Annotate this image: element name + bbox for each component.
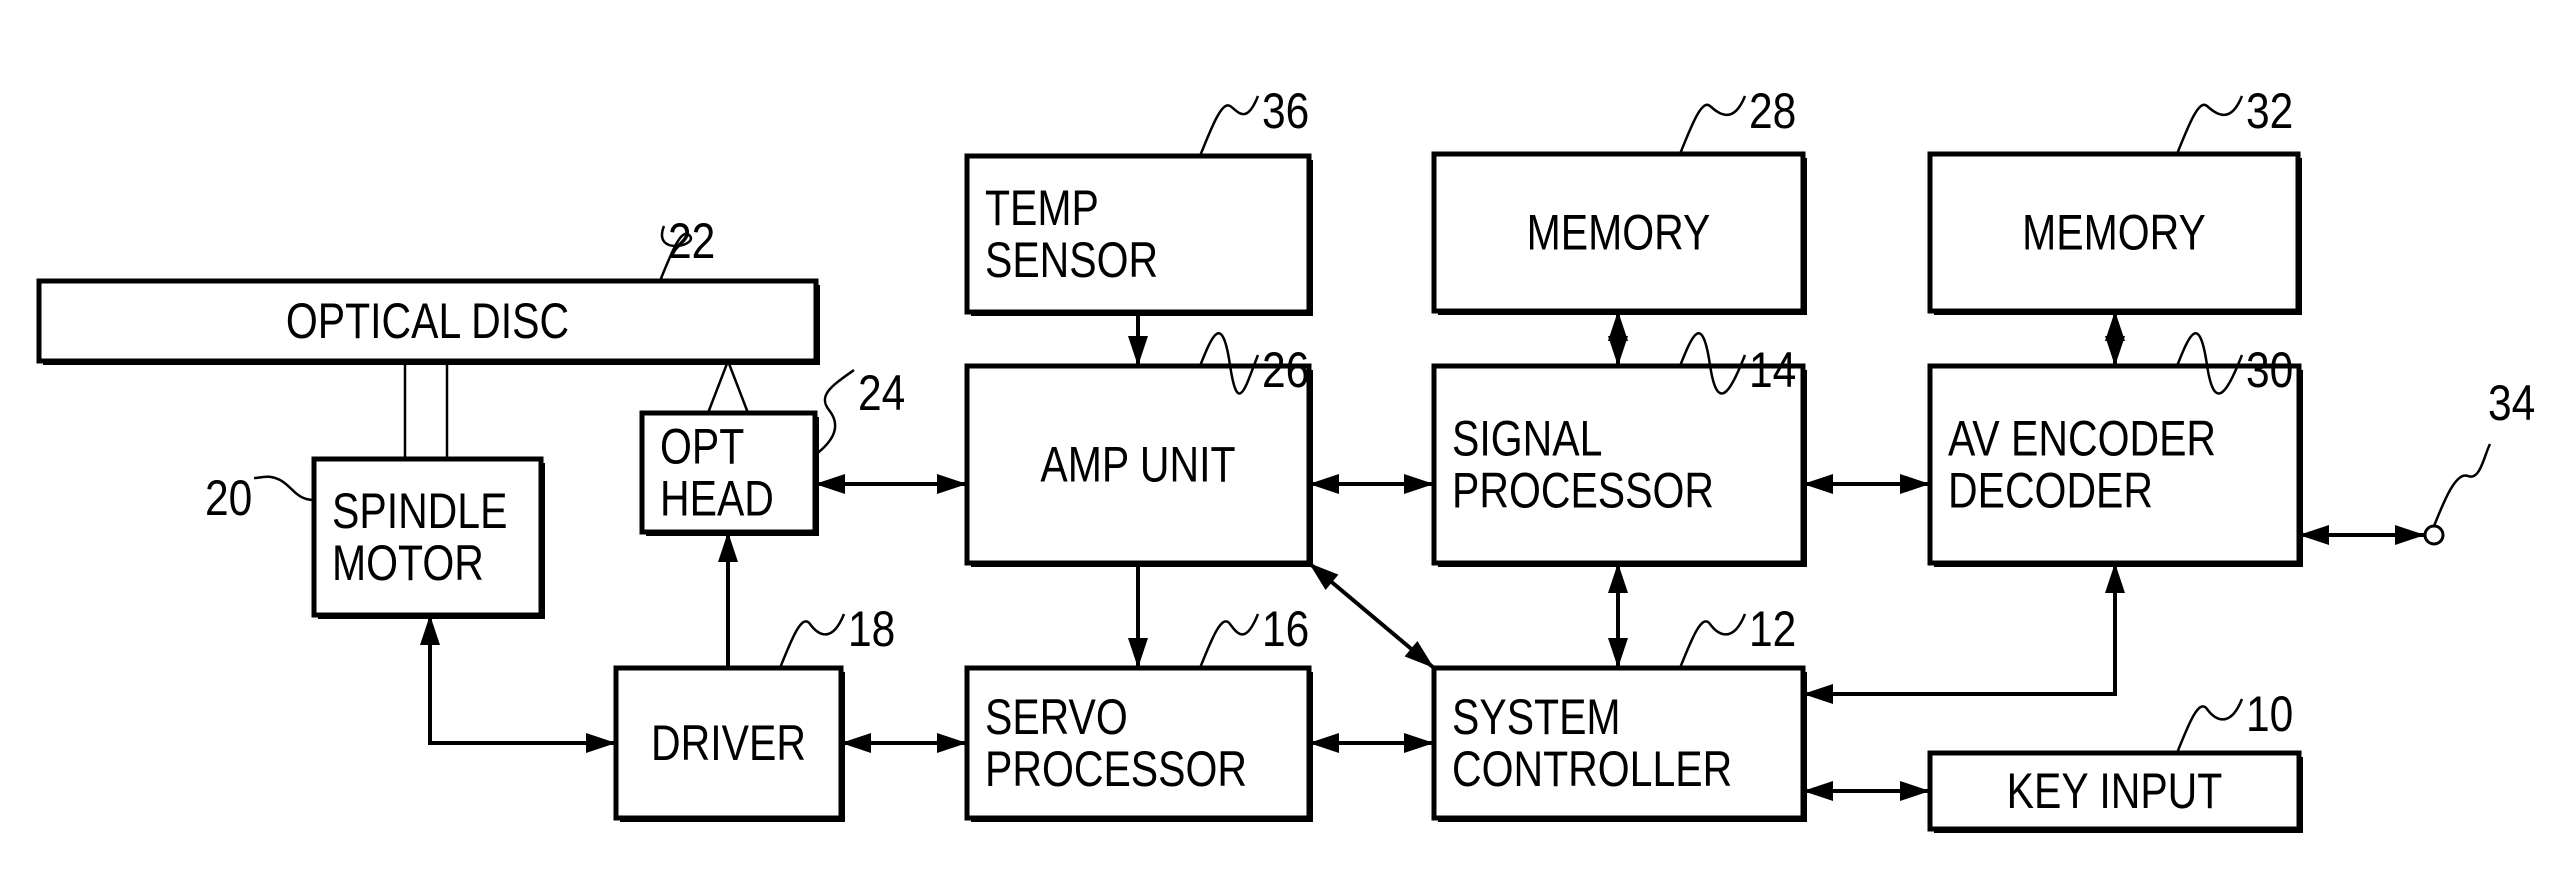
ref-numeral: 18 bbox=[848, 601, 895, 657]
arrowhead bbox=[718, 532, 738, 562]
arrowhead bbox=[1608, 563, 1628, 593]
arrowhead bbox=[1128, 336, 1148, 366]
block-label: KEY INPUT bbox=[2007, 763, 2223, 819]
arrowhead bbox=[586, 733, 616, 753]
block-spindle-motor: SPINDLEMOTOR bbox=[311, 456, 545, 619]
block-label: SIGNAL bbox=[1452, 411, 1602, 467]
arrowhead bbox=[841, 733, 871, 753]
ref-numeral: 28 bbox=[1749, 83, 1796, 139]
block-amp-unit: AMP UNIT bbox=[964, 363, 1313, 567]
block-label: MOTOR bbox=[332, 535, 484, 591]
block-label: MEMORY bbox=[2022, 205, 2206, 261]
ref-leader bbox=[778, 613, 846, 669]
block-label: OPTICAL DISC bbox=[286, 293, 569, 349]
ref-leader bbox=[2432, 443, 2492, 527]
ref-numeral: 36 bbox=[1262, 83, 1309, 139]
block-key-input: KEY INPUT bbox=[1927, 750, 2303, 833]
ref-numeral: 24 bbox=[858, 365, 905, 421]
block-system-controller: SYSTEMCONTROLLER bbox=[1431, 665, 1807, 822]
ref-numeral: 22 bbox=[668, 213, 715, 269]
connector-system-av bbox=[1803, 563, 2117, 696]
ref-numeral: 16 bbox=[1262, 601, 1309, 657]
arrowhead bbox=[1900, 781, 1930, 801]
arrowhead bbox=[1128, 638, 1148, 668]
ref-leader bbox=[1678, 613, 1747, 669]
block-label: MEMORY bbox=[1527, 205, 1711, 261]
block-memory-32: MEMORY bbox=[1927, 151, 2302, 315]
ref-numeral: 34 bbox=[2488, 375, 2535, 431]
block-diagram: OPTICAL DISC SPINDLEMOTOR OPTHEAD TEMPSENSO… bbox=[36, 83, 2535, 833]
block-label: PROCESSOR bbox=[985, 741, 1247, 797]
ref-numeral: 30 bbox=[2246, 342, 2293, 398]
block-label: SERVO bbox=[985, 689, 1128, 745]
block-label: CONTROLLER bbox=[1452, 741, 1732, 797]
ref-numeral: 32 bbox=[2246, 83, 2293, 139]
block-label: DECODER bbox=[1948, 463, 2153, 519]
block-label: SPINDLE bbox=[332, 483, 507, 539]
blocks: OPTICAL DISC SPINDLEMOTOR OPTHEAD TEMPSENSO… bbox=[36, 151, 2303, 833]
arrowhead bbox=[1803, 474, 1833, 494]
block-label: DRIVER bbox=[651, 715, 806, 771]
laser-beam bbox=[706, 357, 750, 414]
arrowhead bbox=[2105, 311, 2125, 341]
block-label: PROCESSOR bbox=[1452, 463, 1714, 519]
arrowhead bbox=[1803, 684, 1833, 704]
ref-leader bbox=[814, 368, 855, 456]
ref-numeral: 12 bbox=[1749, 601, 1796, 657]
block-label: TEMP bbox=[985, 180, 1099, 236]
arrowhead bbox=[2105, 563, 2125, 593]
arrowhead bbox=[1309, 733, 1339, 753]
block-label: AV ENCODER bbox=[1948, 411, 2216, 467]
arrowhead bbox=[1404, 733, 1434, 753]
block-optical-disc: OPTICAL DISC bbox=[36, 278, 820, 365]
block-temp-sensor: TEMPSENSOR bbox=[964, 153, 1313, 316]
arrowhead bbox=[2395, 525, 2425, 545]
ref-numeral: 26 bbox=[1262, 342, 1309, 398]
arrowhead bbox=[1803, 781, 1833, 801]
block-label: OPT bbox=[660, 419, 744, 475]
ref-leader bbox=[1678, 95, 1747, 155]
block-driver: DRIVER bbox=[613, 665, 845, 822]
block-label: SYSTEM bbox=[1452, 689, 1621, 745]
block-servo-processor: SERVOPROCESSOR bbox=[964, 665, 1313, 822]
block-label: HEAD bbox=[660, 471, 774, 527]
ref-numeral: 20 bbox=[205, 470, 252, 526]
ref-leader bbox=[1198, 613, 1260, 669]
block-memory-28: MEMORY bbox=[1431, 151, 1807, 315]
connector-driver-spindle bbox=[428, 615, 616, 745]
arrowhead bbox=[937, 733, 967, 753]
arrowhead bbox=[420, 615, 440, 645]
arrowhead bbox=[1608, 311, 1628, 341]
arrowhead bbox=[2299, 525, 2329, 545]
arrowhead bbox=[1309, 474, 1339, 494]
arrowhead bbox=[1404, 474, 1434, 494]
block-label: SENSOR bbox=[985, 232, 1158, 288]
output-terminal bbox=[2423, 524, 2445, 546]
arrowhead bbox=[937, 474, 967, 494]
arrowhead bbox=[1608, 638, 1628, 668]
ref-leader bbox=[1198, 95, 1260, 157]
block-opt-head: OPTHEAD bbox=[639, 410, 819, 536]
block-label: AMP UNIT bbox=[1040, 437, 1235, 493]
ref-numeral: 14 bbox=[1749, 342, 1796, 398]
arrowhead bbox=[1900, 474, 1930, 494]
ref-leader bbox=[2175, 95, 2244, 155]
arrowhead bbox=[815, 474, 845, 494]
ref-leader bbox=[253, 475, 315, 502]
ref-numeral: 10 bbox=[2246, 686, 2293, 742]
ref-leader bbox=[2175, 698, 2244, 754]
